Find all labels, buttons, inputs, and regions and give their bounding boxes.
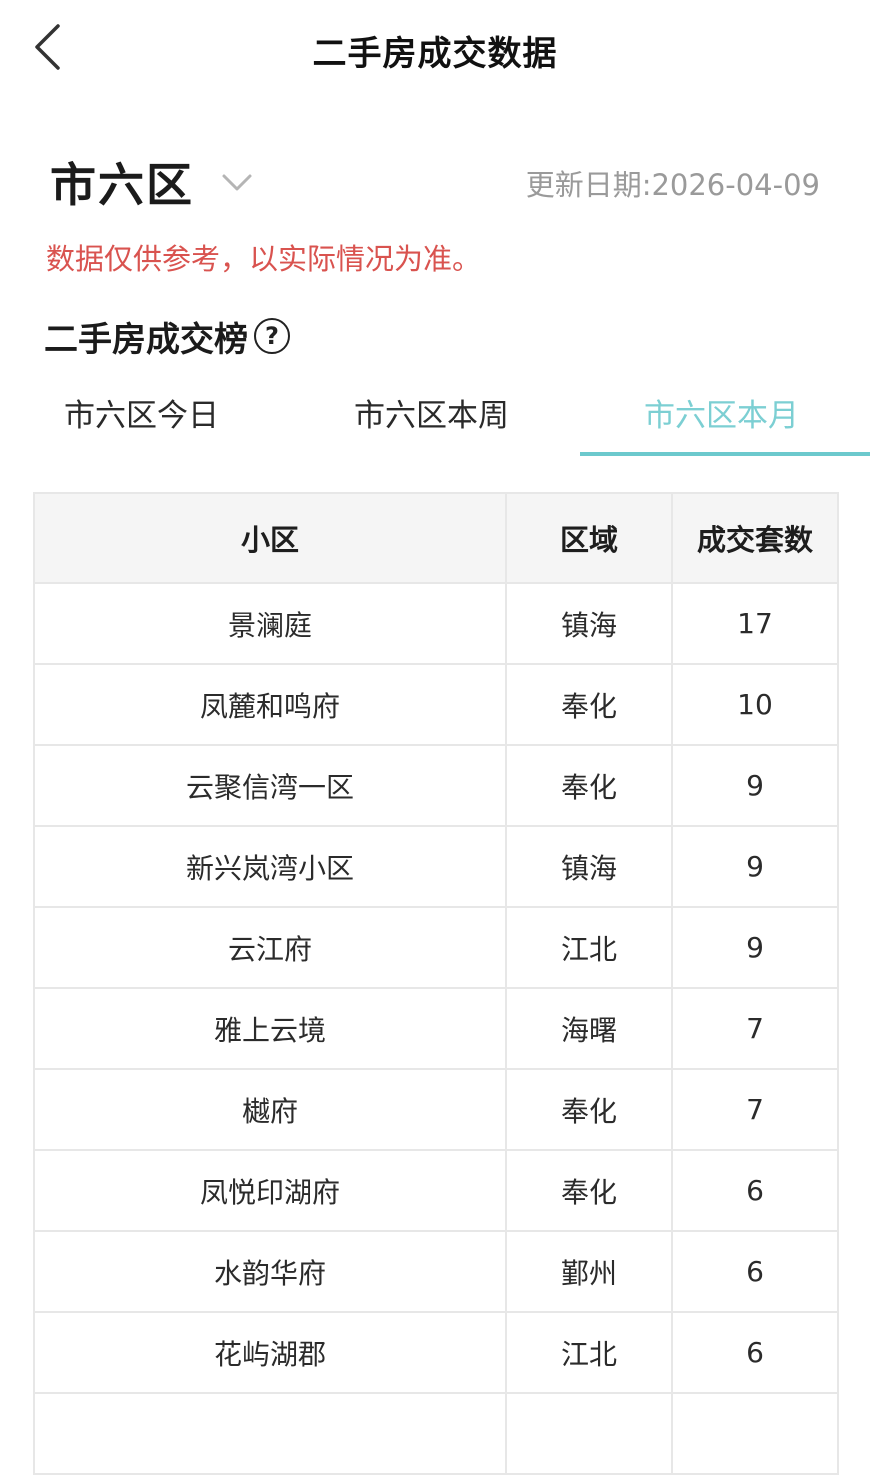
cell-count [671, 1392, 839, 1475]
cell-area: 海曙 [505, 987, 673, 1070]
section-header: 二手房成交榜 ? [44, 312, 290, 360]
cell-community: 雅上云境 [33, 987, 507, 1070]
cell-count: 9 [671, 906, 839, 989]
cell-area: 奉化 [505, 663, 673, 746]
period-tabs: 市六区今日 市六区本周 市六区本月 [0, 382, 870, 458]
tab-label: 市六区本月 [644, 398, 799, 434]
active-tab-indicator [580, 452, 870, 456]
cell-count: 9 [671, 744, 839, 827]
tab-label: 市六区今日 [64, 398, 219, 434]
cell-area [505, 1392, 673, 1475]
table-row[interactable] [33, 1392, 839, 1475]
column-header-area: 区域 [505, 492, 673, 584]
table-header-row: 小区 区域 成交套数 [33, 492, 839, 584]
table-row[interactable]: 云聚信湾一区 奉化 9 [33, 744, 839, 827]
cell-area: 镇海 [505, 582, 673, 665]
update-date: 更新日期:2026-04-09 [525, 168, 820, 202]
cell-area: 江北 [505, 906, 673, 989]
table-row[interactable]: 雅上云境 海曙 7 [33, 987, 839, 1070]
column-header-community: 小区 [33, 492, 507, 584]
table-row[interactable]: 新兴岚湾小区 镇海 9 [33, 825, 839, 908]
cell-community: 景澜庭 [33, 582, 507, 665]
cell-area: 鄞州 [505, 1230, 673, 1313]
tab-this-week[interactable]: 市六区本周 [290, 382, 580, 458]
table-row[interactable]: 云江府 江北 9 [33, 906, 839, 989]
cell-area: 奉化 [505, 1068, 673, 1151]
table-row[interactable]: 凤悦印湖府 奉化 6 [33, 1149, 839, 1232]
cell-area: 奉化 [505, 1149, 673, 1232]
table-row[interactable]: 凤麓和鸣府 奉化 10 [33, 663, 839, 746]
disclaimer-text: 数据仅供参考，以实际情况为准。 [46, 242, 482, 276]
tab-today[interactable]: 市六区今日 [0, 382, 290, 458]
cell-community: 樾府 [33, 1068, 507, 1151]
chevron-down-icon [222, 174, 252, 191]
cell-community: 水韵华府 [33, 1230, 507, 1313]
column-header-count: 成交套数 [671, 492, 839, 584]
table-row[interactable]: 水韵华府 鄞州 6 [33, 1230, 839, 1313]
ranking-table: 小区 区域 成交套数 景澜庭 镇海 17 凤麓和鸣府 奉化 10 云聚信湾一区 … [33, 492, 839, 1475]
cell-area: 奉化 [505, 744, 673, 827]
cell-area: 江北 [505, 1311, 673, 1394]
cell-count: 6 [671, 1230, 839, 1313]
region-name: 市六区 [50, 158, 194, 212]
cell-community: 云江府 [33, 906, 507, 989]
cell-count: 9 [671, 825, 839, 908]
cell-community: 凤悦印湖府 [33, 1149, 507, 1232]
tab-this-month[interactable]: 市六区本月 [580, 382, 870, 458]
help-circle-icon[interactable]: ? [254, 318, 290, 354]
cell-community: 云聚信湾一区 [33, 744, 507, 827]
cell-count: 7 [671, 1068, 839, 1151]
cell-count: 6 [671, 1311, 839, 1394]
table-row[interactable]: 樾府 奉化 7 [33, 1068, 839, 1151]
cell-community [33, 1392, 507, 1475]
cell-community: 花屿湖郡 [33, 1311, 507, 1394]
cell-count: 6 [671, 1149, 839, 1232]
cell-count: 10 [671, 663, 839, 746]
table-row[interactable]: 花屿湖郡 江北 6 [33, 1311, 839, 1394]
cell-community: 凤麓和鸣府 [33, 663, 507, 746]
cell-community: 新兴岚湾小区 [33, 825, 507, 908]
tab-label: 市六区本周 [354, 398, 509, 434]
section-title: 二手房成交榜 [44, 319, 248, 360]
table-row[interactable]: 景澜庭 镇海 17 [33, 582, 839, 665]
page-title: 二手房成交数据 [312, 34, 558, 74]
top-bar: 二手房成交数据 [0, 0, 870, 96]
cell-area: 镇海 [505, 825, 673, 908]
cell-count: 7 [671, 987, 839, 1070]
region-row: 市六区 更新日期:2026-04-09 [0, 150, 870, 214]
region-selector[interactable]: 市六区 [50, 150, 254, 214]
cell-count: 17 [671, 582, 839, 665]
